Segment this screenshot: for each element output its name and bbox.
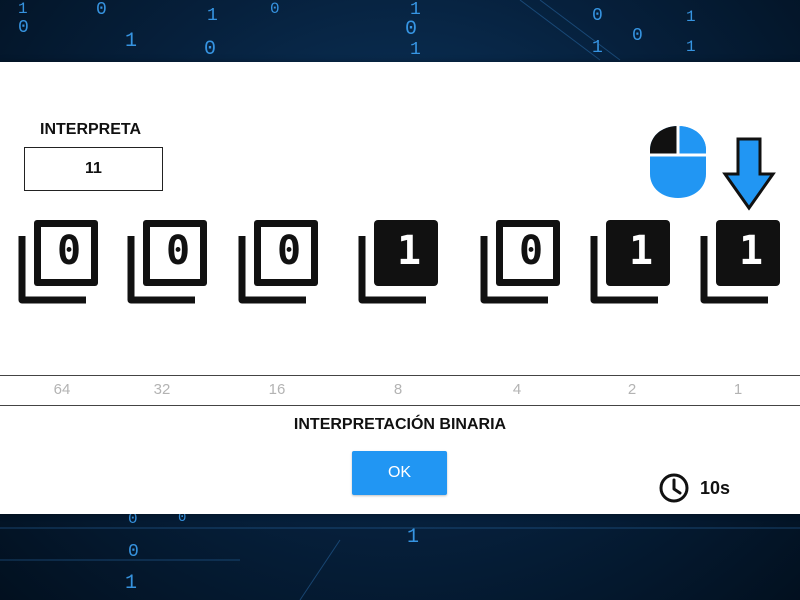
bit-card-64[interactable]: 0 <box>18 216 102 304</box>
bit-weight: 1 <box>733 381 743 398</box>
timer: 10s <box>658 472 730 504</box>
weights-bottom-divider <box>0 405 800 406</box>
bit-weight: 2 <box>627 381 637 398</box>
bit-weight: 8 <box>393 381 403 398</box>
ok-button[interactable]: OK <box>352 451 447 495</box>
bit-card-32[interactable]: 0 <box>127 216 211 304</box>
clock-icon <box>659 473 689 503</box>
result-title: INTERPRETACIÓN BINARIA <box>293 416 507 433</box>
weights-top-divider <box>0 375 800 376</box>
bit-digit: 1 <box>628 228 654 274</box>
target-number-box: 11 <box>24 147 163 191</box>
bit-weight: 64 <box>53 381 71 398</box>
bit-weight: 4 <box>512 381 522 398</box>
bit-weight: 32 <box>153 381 171 398</box>
timer-text: 10s <box>700 477 731 498</box>
bit-card-1[interactable]: 1 <box>700 216 784 304</box>
bit-digit: 0 <box>56 228 82 274</box>
bit-weight: 16 <box>268 381 286 398</box>
bit-digit: 1 <box>738 228 764 274</box>
prompt-label: INTERPRETA <box>40 121 142 138</box>
bit-digit: 0 <box>165 228 191 274</box>
bit-card-16[interactable]: 0 <box>238 216 322 304</box>
bit-digit: 0 <box>518 228 544 274</box>
bit-card-4[interactable]: 0 <box>480 216 564 304</box>
bit-card-2[interactable]: 1 <box>590 216 674 304</box>
bit-digit: 0 <box>276 228 302 274</box>
mouse-left-click-icon <box>648 122 708 202</box>
arrow-down-icon <box>722 136 776 212</box>
bit-card-8[interactable]: 1 <box>358 216 442 304</box>
bit-digit: 1 <box>396 228 422 274</box>
